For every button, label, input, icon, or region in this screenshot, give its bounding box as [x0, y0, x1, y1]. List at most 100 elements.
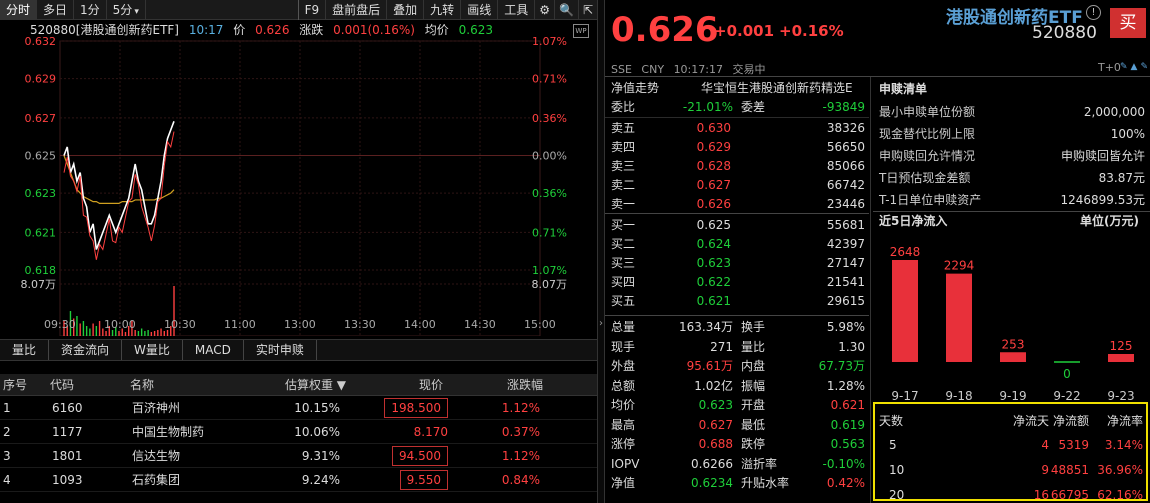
- panel-tool-icons[interactable]: ✎▲✎: [1120, 62, 1150, 72]
- col-idx[interactable]: 序号: [3, 374, 27, 396]
- bid-volume: 42397: [826, 237, 865, 251]
- gear-icon[interactable]: ⚙: [535, 0, 555, 20]
- tab-nine-turn[interactable]: 九转: [424, 0, 462, 20]
- tab-macd[interactable]: MACD: [183, 340, 244, 360]
- inflow-bar[interactable]: [1108, 354, 1134, 362]
- inflow-rate: 62.16%: [1097, 488, 1143, 502]
- weibi-value: -21.01%: [682, 100, 733, 114]
- table-row[interactable]: 4 1093 石药集团 9.24% 9.550 0.84%: [0, 468, 597, 492]
- redemption-key: 申购赎回允许情况: [879, 149, 976, 163]
- tab-5min[interactable]: 5分 ▾: [107, 0, 146, 20]
- intraday-chart: 0.632 1.07% 0.629 0.71% 0.627 0.36% 0.625 0.00%…: [21, 35, 567, 336]
- stat-row: 总额 1.02亿 振幅 1.28%: [611, 377, 869, 396]
- ask-row[interactable]: 卖三 0.628 85066: [611, 157, 869, 176]
- tab-realtime-redemption[interactable]: 实时申赎: [244, 340, 317, 360]
- stat-row: 现手 271 量比 1.30: [611, 338, 869, 357]
- ask-volume: 56650: [826, 140, 865, 154]
- table-header: 序号 代码 名称 估算权重 ▼ 现价 涨跌幅: [0, 374, 597, 396]
- ask-row[interactable]: 卖二 0.627 66742: [611, 176, 869, 195]
- bid-row[interactable]: 买三 0.623 27147: [611, 254, 869, 273]
- stat-value: 163.34万: [679, 320, 733, 334]
- row-name: 石药集团: [132, 473, 181, 487]
- sub-tabs: 量比 资金流向 W量比 MACD 实时申赎: [0, 339, 597, 361]
- tab-tools[interactable]: 工具: [498, 0, 536, 20]
- row-idx: 2: [3, 425, 11, 439]
- quote-pct: +0.16%: [779, 22, 844, 40]
- inflow-bar[interactable]: [1000, 352, 1026, 362]
- x-tick-label: 14:30: [464, 318, 496, 331]
- bid-row[interactable]: 买二 0.624 42397: [611, 235, 869, 254]
- inflow-category-label: 9-22: [1053, 389, 1080, 403]
- stat-label: 量比: [741, 339, 766, 354]
- y-tick-label-right: 0.00%: [532, 150, 567, 163]
- inflow-category-label: 9-23: [1107, 389, 1134, 403]
- col-weight[interactable]: 估算权重 ▼: [276, 374, 346, 396]
- inflow-row: 5 4 5319 3.14%: [879, 433, 1145, 458]
- redemption-value: 2,000,000: [1083, 105, 1145, 119]
- search-icon[interactable]: 🔍: [555, 0, 579, 20]
- ask-row[interactable]: 卖四 0.629 56650: [611, 138, 869, 157]
- x-tick-label: 13:00: [284, 318, 316, 331]
- expand-arrow-icon[interactable]: ›: [598, 318, 604, 329]
- inflow-bar[interactable]: [946, 273, 972, 362]
- stat-row: 最高 0.627 最低 0.619: [611, 416, 869, 435]
- tab-volume-ratio[interactable]: 量比: [0, 340, 50, 360]
- col-code[interactable]: 代码: [50, 374, 74, 396]
- ask-row[interactable]: 卖一 0.626 23446: [611, 195, 869, 214]
- stat-label: 振幅: [741, 378, 766, 393]
- stat-label: 开盘: [741, 398, 766, 412]
- y-tick-label: 0.625: [25, 150, 57, 163]
- table-row[interactable]: 2 1177 中国生物制药 10.06% 8.170 0.37%: [0, 420, 597, 444]
- col-price[interactable]: 现价: [380, 374, 443, 396]
- redemption-value: 申购赎回皆允许: [1060, 149, 1145, 163]
- row-price: 198.500: [384, 398, 448, 418]
- stat-value: 0.621: [830, 398, 865, 412]
- tab-f9[interactable]: F9: [297, 0, 327, 20]
- tab-1min[interactable]: 1分: [74, 0, 107, 20]
- top-toolbar: 分时 多日 1分 5分 ▾ F9 盘前盘后 叠加 九转 画线 工具 ⚙ 🔍 ⇱: [0, 0, 597, 20]
- row-name: 中国生物制药: [132, 425, 205, 439]
- chevron-down-icon: ▾: [134, 6, 139, 17]
- row-weight: 10.06%: [294, 425, 340, 439]
- x-tick-label: 10:00: [104, 318, 136, 331]
- buy-button[interactable]: 买: [1110, 8, 1146, 38]
- tab-overlay[interactable]: 叠加: [387, 0, 425, 20]
- bid-label: 买一: [611, 218, 636, 232]
- inflow-bar[interactable]: [892, 260, 918, 362]
- tab-capital-flow[interactable]: 资金流向: [49, 340, 123, 360]
- table-row[interactable]: 3 1801 信达生物 9.31% 94.500 1.12%: [0, 444, 597, 468]
- inflow-category-label: 9-17: [891, 389, 918, 403]
- bid-price: 0.622: [696, 275, 731, 289]
- redemption-row: 现金替代比例上限 100%: [879, 123, 1145, 145]
- panel-divider[interactable]: ›: [597, 0, 605, 503]
- collapse-icon[interactable]: ⇱: [579, 0, 597, 20]
- ask-label: 卖二: [611, 178, 636, 192]
- col-name[interactable]: 名称: [130, 374, 154, 396]
- ask-label: 卖四: [611, 140, 636, 154]
- stat-label: 最低: [741, 417, 766, 432]
- stat-row: 涨停 0.688 跌停 0.563: [611, 435, 869, 454]
- row-code: 1093: [52, 473, 83, 487]
- redemption-value: 1246899.53元: [1060, 193, 1145, 207]
- bid-row[interactable]: 买五 0.621 29615: [611, 292, 869, 311]
- volume-tick-label: 8.07万: [21, 278, 57, 291]
- bid-row[interactable]: 买四 0.622 21541: [611, 273, 869, 292]
- tab-draw-line[interactable]: 画线: [461, 0, 499, 20]
- tab-multiday[interactable]: 多日: [37, 0, 75, 20]
- bid-price: 0.624: [696, 237, 731, 251]
- table-row[interactable]: 1 6160 百济神州 10.15% 198.500 1.12%: [0, 396, 597, 420]
- col-change[interactable]: 涨跌幅: [480, 374, 543, 396]
- tab-premarket[interactable]: 盘前盘后: [326, 0, 388, 20]
- redemption-key: 最小申赎单位份额: [879, 105, 976, 119]
- ask-row[interactable]: 卖五 0.630 38326: [611, 119, 869, 138]
- ask-price: 0.629: [696, 140, 731, 154]
- stat-value: 0.6266: [691, 456, 733, 471]
- tab-fenshi[interactable]: 分时: [0, 0, 38, 20]
- row-idx: 4: [3, 473, 11, 487]
- nav-trend-label[interactable]: 净值走势: [611, 79, 659, 98]
- bid-row[interactable]: 买一 0.625 55681: [611, 216, 869, 235]
- trade-status: 交易中: [732, 63, 766, 76]
- chart-grid: [59, 40, 541, 336]
- tab-w-volume-ratio[interactable]: W量比: [122, 340, 183, 360]
- info-icon[interactable]: !: [1086, 5, 1101, 20]
